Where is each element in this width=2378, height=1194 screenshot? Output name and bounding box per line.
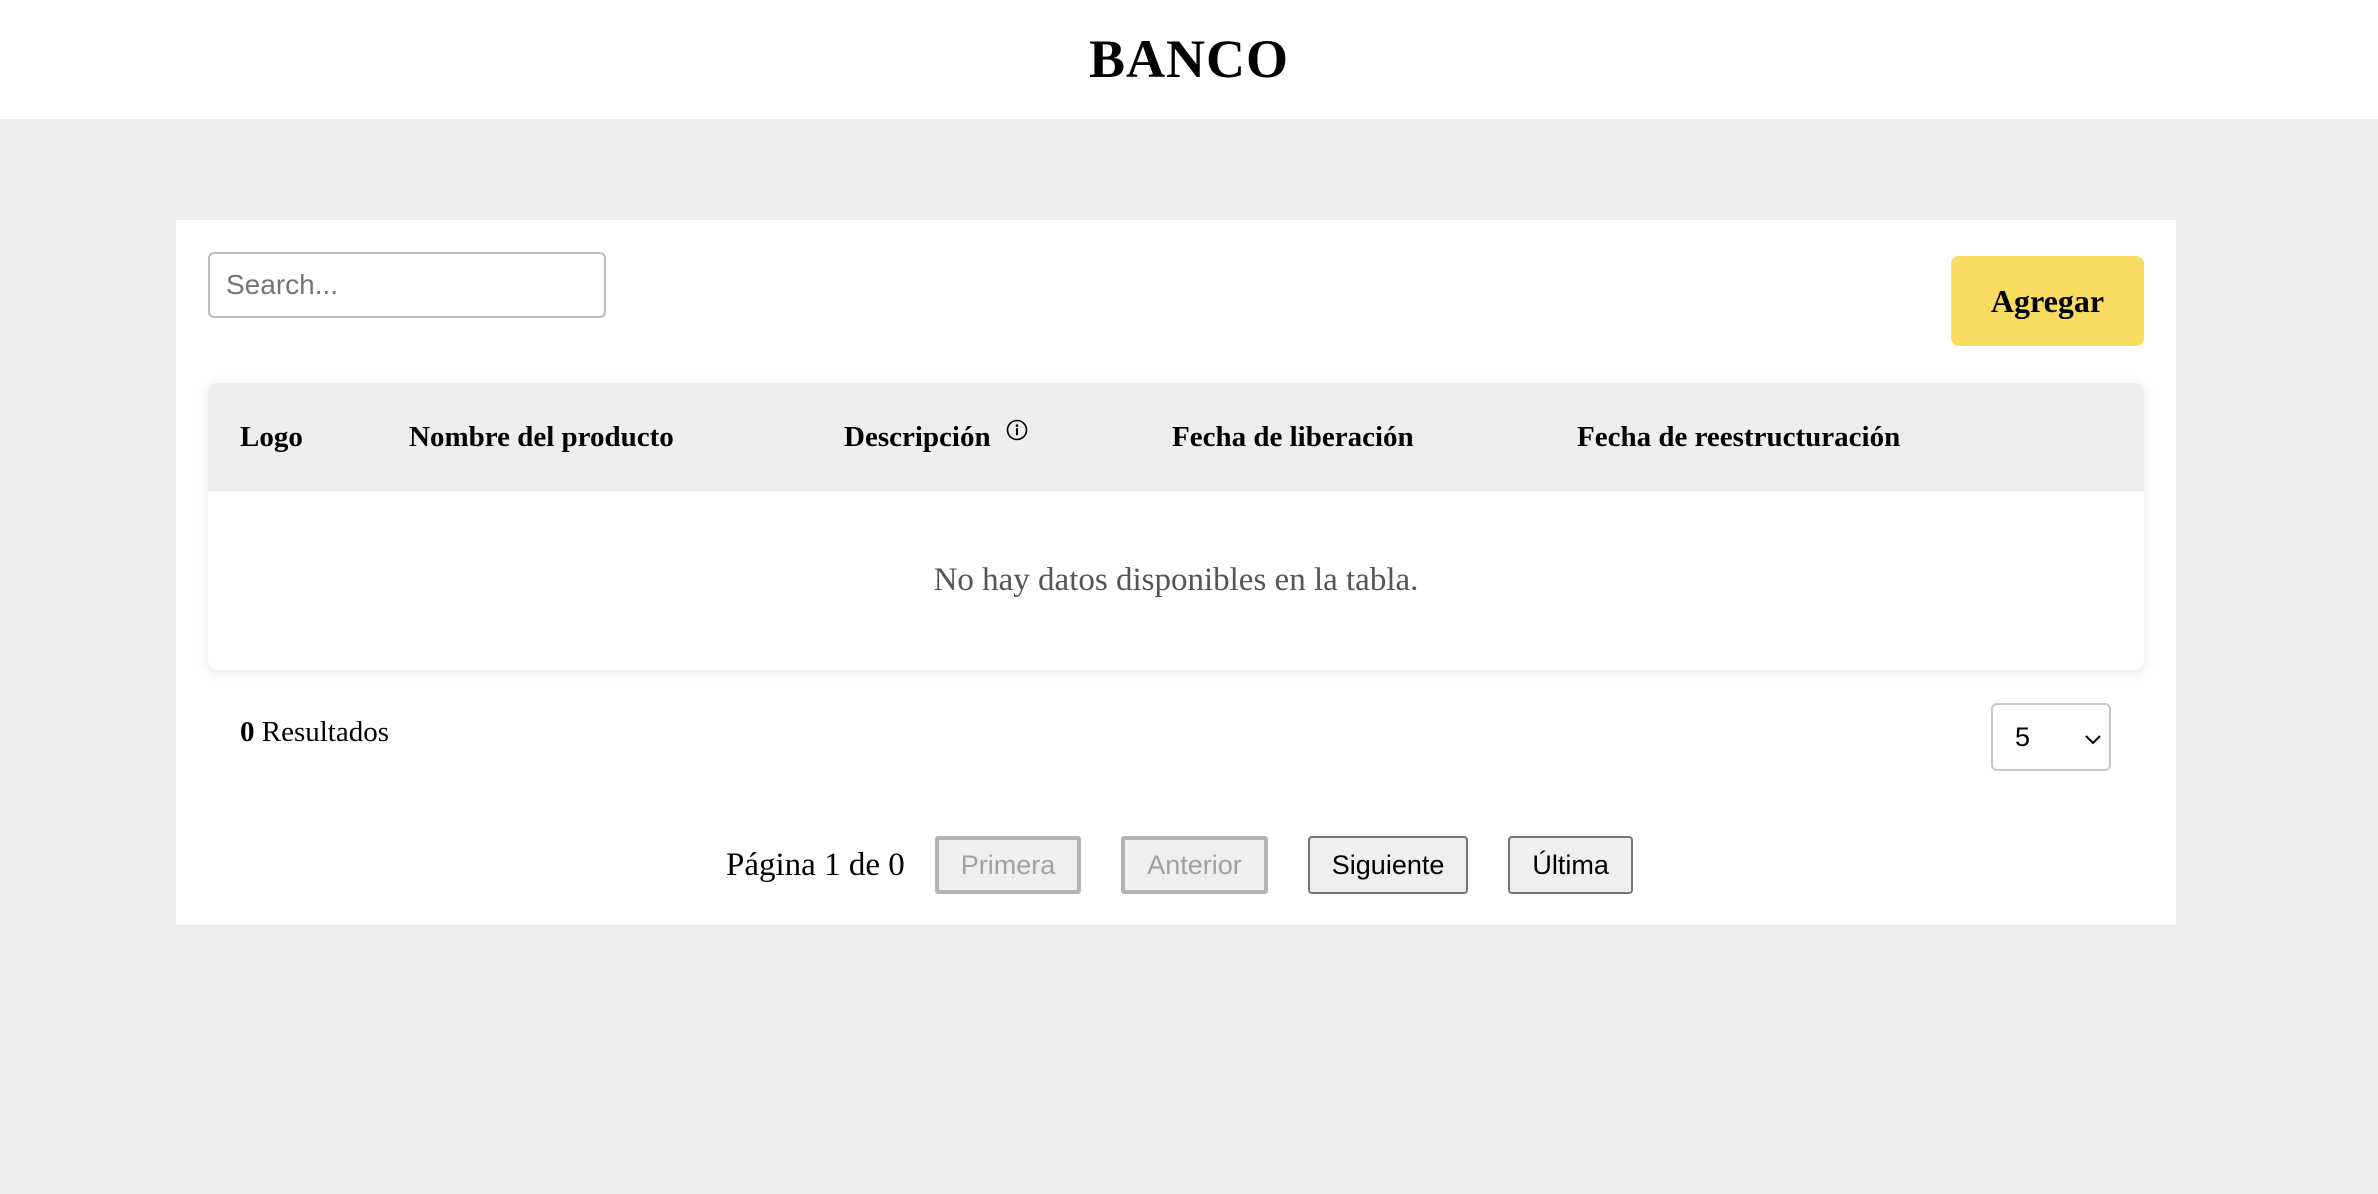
results-label: Resultados bbox=[261, 716, 390, 748]
search-input[interactable] bbox=[208, 252, 606, 318]
info-icon[interactable] bbox=[1006, 419, 1028, 441]
column-header-release-date: Fecha de liberación bbox=[1172, 383, 1414, 491]
column-header-restructure-date: Fecha de reestructuración bbox=[1577, 383, 1900, 491]
top-bar: BANCO bbox=[0, 0, 2378, 119]
empty-table-message: No hay datos disponibles en la tabla. bbox=[933, 562, 1419, 598]
chevron-down-icon bbox=[2085, 735, 2101, 745]
page-size-select[interactable]: 5 bbox=[1991, 703, 2111, 771]
add-button[interactable]: Agregar bbox=[1951, 256, 2144, 346]
page-size-value: 5 bbox=[2015, 721, 2031, 752]
column-header-label: Nombre del producto bbox=[409, 421, 674, 453]
results-summary: 0 Resultados bbox=[240, 716, 389, 749]
column-header-label: Descripción bbox=[844, 421, 991, 453]
table-header: Logo Nombre del producto Descripción Fec… bbox=[208, 383, 2144, 491]
column-header-label: Logo bbox=[240, 421, 303, 453]
pagination: Página 1 de 0 Primera Anterior Siguiente… bbox=[726, 835, 1673, 895]
page-info: Página 1 de 0 bbox=[726, 846, 905, 883]
column-header-description: Descripción bbox=[844, 383, 1028, 491]
products-panel: Agregar Logo Nombre del producto Descrip… bbox=[176, 220, 2176, 925]
next-page-button[interactable]: Siguiente bbox=[1307, 836, 1469, 894]
products-table: Logo Nombre del producto Descripción Fec… bbox=[208, 383, 2144, 670]
last-page-button[interactable]: Última bbox=[1508, 836, 1633, 894]
previous-page-button[interactable]: Anterior bbox=[1121, 836, 1268, 894]
column-header-product-name: Nombre del producto bbox=[409, 383, 674, 491]
column-header-label: Fecha de liberación bbox=[1172, 421, 1414, 453]
column-header-label: Fecha de reestructuración bbox=[1577, 421, 1901, 453]
brand-title: BANCO bbox=[1088, 28, 1289, 89]
results-count: 0 bbox=[240, 716, 255, 748]
column-header-logo: Logo bbox=[240, 383, 303, 491]
first-page-button[interactable]: Primera bbox=[934, 836, 1082, 894]
